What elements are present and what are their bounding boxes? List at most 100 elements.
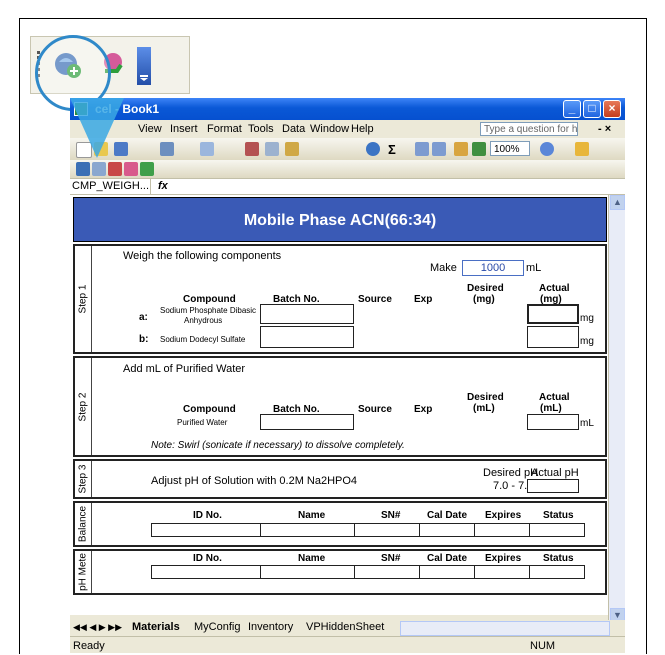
sheet-banner: Mobile Phase ACN(66:34) [73, 197, 607, 242]
balance-status-input[interactable] [529, 523, 585, 537]
zoom-box[interactable]: 100% [490, 141, 530, 156]
step2-label: Step 2 [75, 358, 92, 455]
table-icon[interactable] [108, 162, 122, 176]
ph-status-input[interactable] [529, 565, 585, 579]
make-unit: mL [526, 262, 542, 274]
unit-water: mL [580, 418, 594, 429]
hyperlink-icon[interactable] [366, 142, 380, 156]
fill-color-icon[interactable] [575, 142, 589, 156]
actual-a-input[interactable] [527, 304, 579, 324]
item-b-label: b: [139, 334, 149, 345]
print-icon[interactable] [160, 142, 174, 156]
ph-meter-section: pH Mete ID No. Name SN# Cal Date Expires… [73, 549, 607, 595]
close-button[interactable]: × [603, 100, 621, 118]
actual-ph-label: Actual pH [531, 467, 579, 479]
ph-expires-input[interactable] [474, 565, 530, 579]
make-label: Make [430, 262, 457, 274]
tab-nav-icons[interactable]: ◀◀ ◀ ▶ ▶▶ [73, 622, 122, 633]
scroll-up-icon[interactable]: ▲ [610, 195, 625, 210]
ph-col-name: Name [298, 553, 326, 564]
status-ready: Ready [73, 640, 105, 652]
menu-tools[interactable]: Tools [248, 123, 274, 135]
ph-col-caldate: Cal Date [427, 553, 468, 564]
maximize-button[interactable]: □ [583, 100, 601, 118]
excel-window: cel - Book1 _ □ × View Insert Format Too… [70, 98, 625, 653]
ph-caldate-input[interactable] [419, 565, 475, 579]
tab-materials[interactable]: Materials [132, 621, 180, 633]
menu-insert[interactable]: Insert [170, 123, 198, 135]
menu-window[interactable]: Window [310, 123, 349, 135]
menu-view[interactable]: View [138, 123, 162, 135]
step1-section: Step 1 Weigh the following components Ma… [73, 244, 607, 354]
sort-desc-icon[interactable] [432, 142, 446, 156]
vertical-scrollbar[interactable]: ▲ ▼ [608, 195, 625, 625]
minimize-button[interactable]: _ [563, 100, 581, 118]
item-b-name: Sodium Dodecyl Sulfate [160, 335, 246, 344]
worksheet[interactable]: Mobile Phase ACN(66:34) Step 1 Weigh the… [70, 195, 608, 615]
doc-close-icon[interactable]: - × [598, 123, 611, 135]
balance-id-input[interactable] [151, 523, 261, 537]
recycle-small-icon[interactable] [140, 162, 154, 176]
ph-sn-input[interactable] [354, 565, 420, 579]
spelling-icon[interactable] [200, 142, 214, 156]
paste-icon[interactable] [285, 142, 299, 156]
menu-bar: View Insert Format Tools Data Window Hel… [70, 120, 625, 138]
balance-expires-input[interactable] [474, 523, 530, 537]
balance-col-status: Status [543, 510, 574, 521]
batch-a-input[interactable] [260, 304, 354, 324]
actual-water-input[interactable] [527, 414, 579, 430]
ph-id-input[interactable] [151, 565, 261, 579]
callout-pointer [70, 98, 124, 158]
help-icon[interactable] [540, 142, 554, 156]
copy-icon[interactable] [265, 142, 279, 156]
balance-name-input[interactable] [260, 523, 355, 537]
actual-header: Actual [539, 283, 570, 294]
compound-header: Compound [183, 294, 236, 305]
form-icon[interactable] [92, 162, 106, 176]
balance-col-id: ID No. [193, 510, 222, 521]
make-value-input[interactable]: 1000 [462, 260, 524, 276]
autosum-icon[interactable]: Σ [388, 142, 396, 157]
tab-myconfig[interactable]: MyConfig [194, 621, 240, 633]
step1-label: Step 1 [75, 246, 92, 352]
status-num: NUM [530, 640, 556, 652]
tab-vphiddensheet[interactable]: VPHiddenSheet [306, 621, 384, 633]
balance-col-expires: Expires [485, 510, 522, 521]
actual-b-input[interactable] [527, 326, 579, 348]
horizontal-scrollbar[interactable] [400, 621, 610, 636]
pencil-icon[interactable] [124, 162, 138, 176]
chart-wizard-icon[interactable] [454, 142, 468, 156]
item-a-label: a: [139, 312, 148, 323]
toolbar-options-icon[interactable] [137, 47, 151, 85]
balance-caldate-input[interactable] [419, 523, 475, 537]
name-box[interactable]: CMP_WEIGH... ▾ [70, 179, 151, 207]
actual-ph-input[interactable] [527, 479, 579, 493]
balance-section: Balance ID No. Name SN# Cal Date Expires… [73, 501, 607, 547]
add-bottle-small-icon[interactable] [76, 162, 90, 176]
menu-data[interactable]: Data [282, 123, 305, 135]
cut-icon[interactable] [245, 142, 259, 156]
batch-water-input[interactable] [260, 414, 354, 430]
balance-sn-input[interactable] [354, 523, 420, 537]
tab-inventory[interactable]: Inventory [248, 621, 293, 633]
unit-a: mg [580, 313, 594, 324]
ph-name-input[interactable] [260, 565, 355, 579]
status-bar: Ready NUM [70, 636, 625, 653]
desired-ph-label: Desired pH [483, 467, 539, 479]
balance-label: Balance [75, 503, 92, 545]
fx-label: fx [158, 180, 168, 192]
exp-header: Exp [414, 294, 433, 305]
ask-question-box[interactable]: Type a question for help [480, 122, 578, 136]
menu-help[interactable]: Help [351, 123, 374, 135]
sheet-tab-bar: ◀◀ ◀ ▶ ▶▶ Materials MyConfig Inventory V… [70, 620, 625, 636]
batch-b-input[interactable] [260, 326, 354, 348]
unit-b: mg [580, 336, 594, 347]
drawing-icon[interactable] [472, 142, 486, 156]
exp-header-2: Exp [414, 404, 433, 415]
menu-format[interactable]: Format [207, 123, 242, 135]
actual-unit-2: (mL) [540, 403, 562, 414]
step3-instruction: Adjust pH of Solution with 0.2M Na2HPO4 [151, 475, 358, 487]
step3-label: Step 3 [75, 461, 92, 497]
step2-note: Note: Swirl (sonicate if necessary) to d… [151, 440, 405, 451]
sort-asc-icon[interactable] [415, 142, 429, 156]
